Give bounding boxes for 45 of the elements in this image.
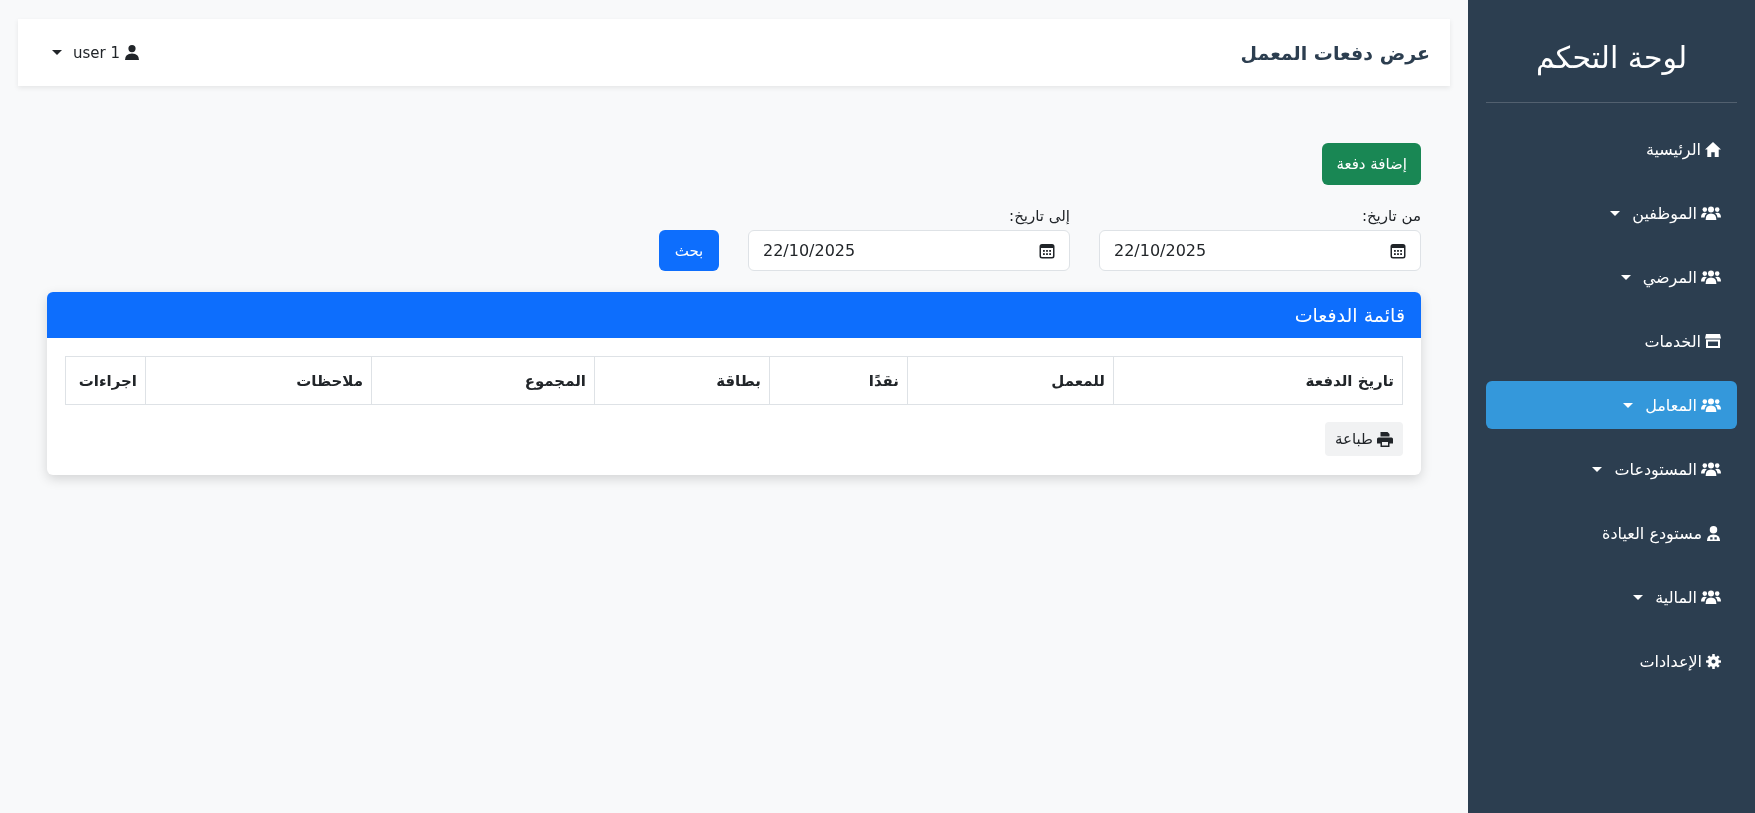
sidebar-item[interactable]: الإعدادات: [1486, 637, 1737, 685]
caret-icon: [1610, 210, 1621, 216]
sidebar-item[interactable]: المالية: [1486, 573, 1737, 621]
date-label: من تاريخ:: [1361, 207, 1421, 225]
column-header: بطاقة: [594, 356, 770, 405]
caret-icon: [1623, 402, 1634, 408]
column-header: ملاحظات: [145, 356, 372, 405]
sidebar-item[interactable]: المرضي: [1486, 253, 1737, 301]
column-header: اجراءات: [65, 356, 146, 405]
store-icon: [1705, 334, 1721, 348]
sidebar-title: لوحة التحكم: [1535, 39, 1688, 78]
users-icon: [1701, 590, 1721, 604]
date-field[interactable]: 22/10/2025: [748, 230, 1070, 271]
users-icon: [1701, 270, 1721, 284]
print-button[interactable]: طباعة: [1324, 422, 1403, 456]
caret-icon: [52, 50, 62, 55]
column-header: للمعمل: [907, 356, 1114, 405]
users-icon: [1701, 398, 1721, 412]
user-menu[interactable]: user 1: [48, 39, 144, 66]
sidebar-item[interactable]: الرئيسية: [1486, 125, 1737, 173]
home-icon: [1705, 141, 1721, 157]
caret-icon: [1620, 274, 1631, 280]
add-payment-button[interactable]: إضافة دفعة: [1322, 143, 1421, 185]
sidebar-item[interactable]: مستودع العيادة: [1486, 509, 1737, 557]
date-field[interactable]: 22/10/2025: [1099, 230, 1421, 271]
column-header: المجموع: [371, 356, 595, 405]
calendar-icon: [1390, 242, 1406, 259]
column-header: نقدًا: [769, 356, 908, 405]
date-label: إلى تاريخ:: [1009, 207, 1070, 225]
column-header: تاريخ الدفعة: [1113, 356, 1403, 405]
printer-icon: [1377, 431, 1393, 447]
sidebar-item[interactable]: الخدمات: [1486, 317, 1737, 365]
users-icon: [1701, 206, 1721, 220]
sidebar-item[interactable]: الموظفين: [1486, 189, 1737, 237]
page-title: عرض دفعات المعمل: [1240, 41, 1430, 64]
caret-icon: [1633, 594, 1644, 600]
settings-icon: [1706, 653, 1721, 669]
user-icon: [125, 45, 140, 60]
sidebar-item[interactable]: المستودعات: [1486, 445, 1737, 493]
caret-icon: [1592, 466, 1603, 472]
user-icon: [1706, 525, 1721, 541]
search-button[interactable]: بحث: [659, 230, 719, 271]
users-icon: [1701, 462, 1721, 476]
card-title: قائمة الدفعات: [1294, 304, 1405, 326]
calendar-icon: [1039, 242, 1055, 259]
